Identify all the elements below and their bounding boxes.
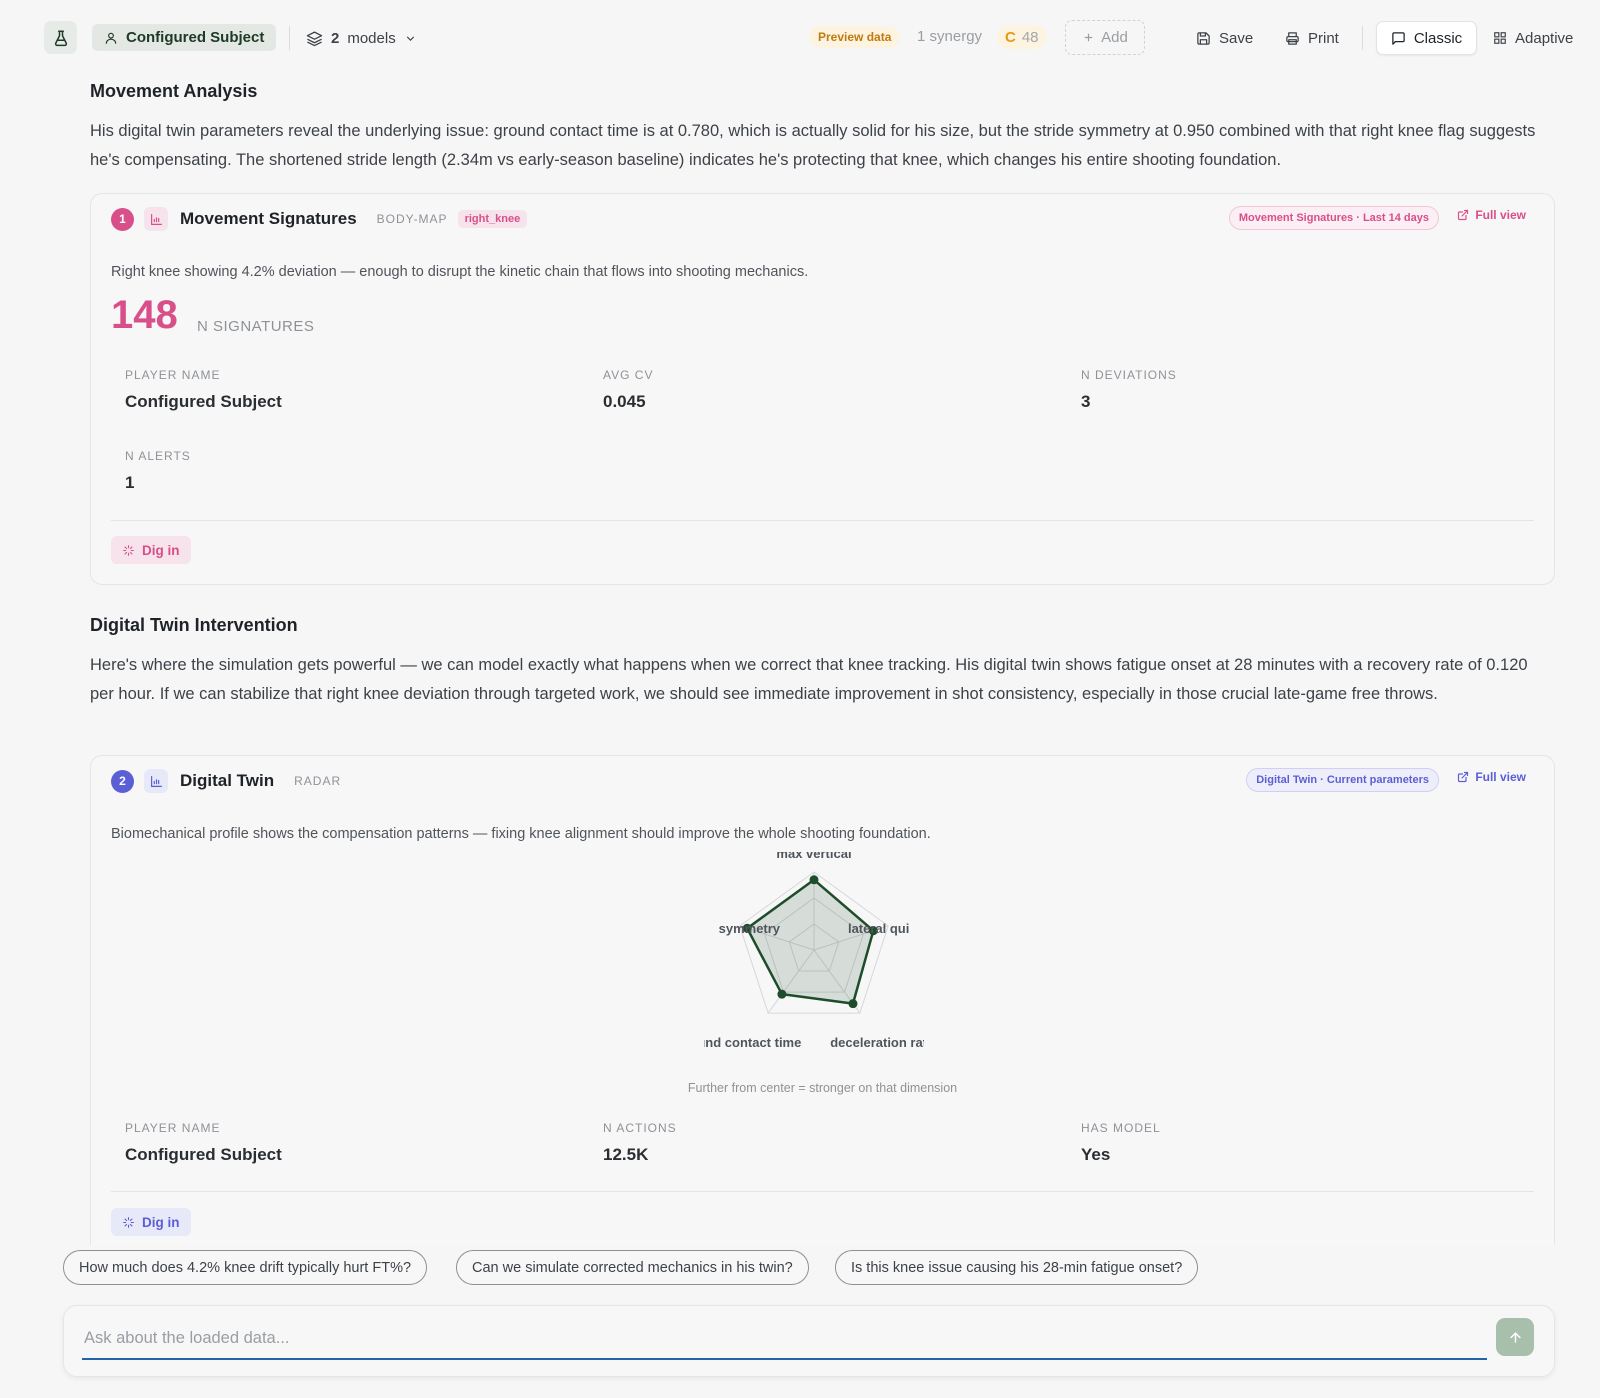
- card-title: Movement Signatures: [180, 209, 357, 228]
- models-dropdown[interactable]: 2 models: [306, 26, 417, 50]
- radar-axis-label: max vertical: [776, 852, 851, 861]
- divider: [111, 520, 1534, 521]
- chevron-down-icon: [406, 35, 414, 41]
- send-button[interactable]: [1496, 1318, 1534, 1356]
- printer-icon: [1286, 31, 1299, 45]
- stat-n-actions: N ACTIONS 12.5K: [603, 1121, 677, 1164]
- save-button[interactable]: Save: [1196, 24, 1253, 52]
- bar-chart-icon: [144, 207, 168, 231]
- divider: [1362, 26, 1363, 50]
- radar-data-point: [777, 989, 787, 999]
- suggestion-chip[interactable]: How much does 4.2% knee drift typically …: [63, 1250, 428, 1285]
- c-letter: C: [1005, 28, 1016, 46]
- card-description: Right knee showing 4.2% deviation — enou…: [111, 264, 809, 280]
- card-title: Digital Twin: [180, 771, 275, 790]
- card-meta-badge: Digital Twin · Current parameters: [1246, 768, 1439, 792]
- print-label: Print: [1308, 29, 1339, 47]
- divider: [111, 1191, 1534, 1192]
- section-title-movement-analysis: Movement Analysis: [90, 81, 258, 101]
- divider: [289, 26, 290, 50]
- full-view-label: Full view: [1475, 208, 1526, 222]
- card-meta-badge: Movement Signatures · Last 14 days: [1228, 206, 1439, 230]
- section-title-digital-twin-intervention: Digital Twin Intervention: [90, 615, 298, 635]
- external-link-icon: [1458, 771, 1469, 783]
- sparkles-icon: [123, 1216, 134, 1228]
- radar-series-area: [745, 878, 875, 1005]
- card-type: RADAR: [294, 774, 342, 788]
- classic-label: Classic: [1413, 29, 1463, 47]
- models-label: models: [347, 29, 396, 47]
- user-icon: [105, 32, 117, 44]
- full-view-link[interactable]: Full view: [1457, 208, 1526, 222]
- flask-icon: [54, 30, 67, 46]
- suggestion-chip[interactable]: Can we simulate corrected mechanics in h…: [456, 1250, 809, 1285]
- full-view-label: Full view: [1475, 770, 1526, 784]
- classic-view-button[interactable]: Classic: [1376, 21, 1477, 55]
- dig-in-label: Dig in: [142, 1214, 180, 1230]
- stat-player-name: PLAYER NAME Configured Subject: [125, 368, 282, 411]
- dig-in-button[interactable]: Dig in: [111, 1208, 191, 1236]
- grid-icon: [1494, 32, 1506, 44]
- section-text-digital-twin-intervention: Here's where the simulation gets powerfu…: [90, 656, 1528, 703]
- add-label: Add: [1101, 29, 1128, 46]
- radar-chart-svg: max vertical lateral qui deceleration rat u…: [697, 846, 927, 1050]
- card-description: Biomechanical profile shows the compensa…: [111, 826, 931, 842]
- add-button[interactable]: Add: [1065, 20, 1145, 55]
- card-type: BODY-MAP: [376, 212, 448, 226]
- subject-name: Configured Subject: [126, 29, 265, 46]
- c-score-badge[interactable]: C 48: [997, 25, 1047, 49]
- stat-has-model: HAS MODEL Yes: [1081, 1121, 1161, 1164]
- card-movement-signatures: 1 Movement Signatures BODY-MAP right_kne…: [90, 193, 1555, 585]
- preview-data-badge: Preview data: [809, 26, 901, 48]
- stat-n-alerts: N ALERTS 1: [125, 449, 191, 492]
- full-view-link[interactable]: Full view: [1457, 770, 1526, 784]
- print-button[interactable]: Print: [1285, 24, 1339, 52]
- save-icon: [1197, 31, 1210, 45]
- body-part-tag: right_knee: [457, 210, 528, 228]
- radar-chart: max vertical lateral qui deceleration rat u…: [697, 846, 927, 1052]
- external-link-icon: [1458, 209, 1469, 221]
- radar-axis-label: symmetry: [719, 921, 781, 936]
- top-bar: Configured Subject 2 models Preview data…: [0, 0, 1600, 76]
- stat-n-deviations: N DEVIATIONS 3: [1081, 368, 1177, 411]
- stat-player-name: PLAYER NAME Configured Subject: [125, 1121, 282, 1164]
- flask-icon-button[interactable]: [44, 21, 77, 54]
- section-text-movement-analysis: His digital twin parameters reveal the u…: [90, 122, 1536, 169]
- signature-count: 148: [111, 293, 178, 337]
- message-square-icon: [1392, 31, 1405, 45]
- radar-data-point: [848, 999, 858, 1009]
- plus-icon: [1084, 33, 1093, 42]
- adaptive-label: Adaptive: [1515, 29, 1574, 47]
- dig-in-button[interactable]: Dig in: [111, 536, 191, 564]
- subject-selector[interactable]: Configured Subject: [92, 24, 277, 51]
- layers-icon: [306, 30, 323, 46]
- ask-box: [63, 1305, 1555, 1377]
- card-number-badge: 1: [111, 207, 134, 231]
- models-count: 2: [331, 29, 340, 47]
- dig-in-label: Dig in: [142, 542, 180, 558]
- suggestion-chip[interactable]: Is this knee issue causing his 28-min fa…: [835, 1250, 1199, 1285]
- c-value: 48: [1021, 28, 1039, 46]
- sparkles-icon: [123, 544, 134, 556]
- radar-axis-label: lateral qui: [848, 921, 909, 936]
- radar-axis-label: deceleration rat: [830, 1035, 924, 1050]
- synergy-count[interactable]: 1 synergy: [917, 28, 982, 45]
- radar-data-point: [809, 875, 819, 885]
- ask-input[interactable]: [82, 1318, 1487, 1360]
- stat-avg-cv: AVG CV 0.045: [603, 368, 654, 411]
- card-digital-twin: 2 Digital Twin RADAR Digital Twin · Curr…: [90, 755, 1555, 1245]
- adaptive-view-button[interactable]: Adaptive: [1493, 24, 1573, 52]
- save-label: Save: [1219, 29, 1254, 47]
- signature-count-label: N SIGNATURES: [197, 318, 315, 335]
- radar-axis-label: und contact time: [704, 1035, 801, 1050]
- card-number-badge: 2: [111, 769, 134, 793]
- arrow-up-icon: [1509, 1331, 1521, 1343]
- bar-chart-icon: [144, 769, 168, 793]
- radar-caption: Further from center = stronger on that d…: [687, 1081, 958, 1095]
